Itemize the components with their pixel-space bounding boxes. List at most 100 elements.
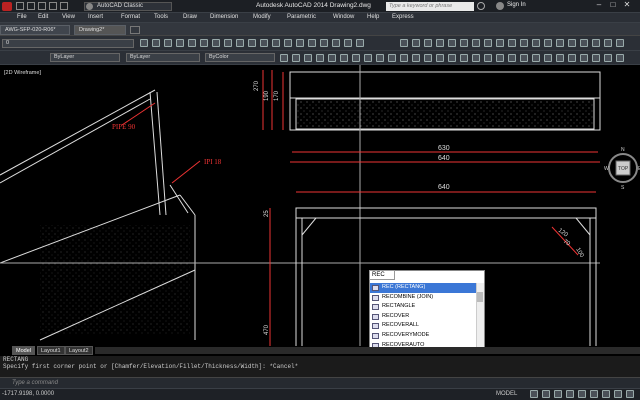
search-input[interactable]: Type a keyword or phrase xyxy=(386,2,474,11)
toolbar-tool-icon[interactable] xyxy=(602,390,610,398)
toolbar-tool-icon[interactable] xyxy=(356,39,364,47)
list-item[interactable]: RECOVERYMODE xyxy=(370,331,476,341)
toolbar-tool-icon[interactable] xyxy=(340,54,348,62)
toolbar-tool-icon[interactable] xyxy=(352,54,360,62)
toolbar-tool-icon[interactable] xyxy=(424,54,432,62)
toolbar-tool-icon[interactable] xyxy=(544,39,552,47)
viewport-label[interactable]: [2D Wireframe] xyxy=(4,70,41,76)
list-item[interactable]: RECOVERALL xyxy=(370,321,476,331)
list-item[interactable]: RECOMBINE (JOIN) xyxy=(370,293,476,303)
open-icon[interactable] xyxy=(27,2,35,10)
toolbar-tool-icon[interactable] xyxy=(472,54,480,62)
toolbar-tool-icon[interactable] xyxy=(592,39,600,47)
menu-express[interactable]: Express xyxy=(392,14,414,20)
toolbar-tool-icon[interactable] xyxy=(616,39,624,47)
toolbar-tool-icon[interactable] xyxy=(236,39,244,47)
viewcube[interactable]: TOP N S E W xyxy=(601,138,640,198)
toolbar-tool-icon[interactable] xyxy=(578,390,586,398)
toolbar-tool-icon[interactable] xyxy=(530,390,538,398)
toolbar-tool-icon[interactable] xyxy=(580,39,588,47)
toolbar-tool-icon[interactable] xyxy=(460,39,468,47)
toolbar-tool-icon[interactable] xyxy=(212,39,220,47)
toolbar-tool-icon[interactable] xyxy=(496,54,504,62)
file-tab[interactable]: Drawing2* xyxy=(74,25,126,35)
toolbar-tool-icon[interactable] xyxy=(544,54,552,62)
toolbar-tool-icon[interactable] xyxy=(532,39,540,47)
toolbar-tool-icon[interactable] xyxy=(604,39,612,47)
toolbar-tool-icon[interactable] xyxy=(176,39,184,47)
toolbar-tool-icon[interactable] xyxy=(304,54,312,62)
toolbar-tool-icon[interactable] xyxy=(188,39,196,47)
undo-icon[interactable] xyxy=(49,2,57,10)
toolbar-tool-icon[interactable] xyxy=(376,54,384,62)
toolbar-tool-icon[interactable] xyxy=(164,39,172,47)
new-tab-icon[interactable] xyxy=(130,26,140,34)
model-space-toggle[interactable]: MODEL xyxy=(496,391,517,397)
toolbar-tool-icon[interactable] xyxy=(542,390,550,398)
toolbar-tool-icon[interactable] xyxy=(412,39,420,47)
maximize-button[interactable]: □ xyxy=(606,0,620,11)
list-item[interactable]: REC (RECTANG) xyxy=(370,283,476,293)
toolbar-tool-icon[interactable] xyxy=(152,39,160,47)
menu-edit[interactable]: Edit xyxy=(38,14,48,20)
toolbar-tool-icon[interactable] xyxy=(590,390,598,398)
toolbar-tool-icon[interactable] xyxy=(436,54,444,62)
menu-help[interactable]: Help xyxy=(367,14,379,20)
toolbar-tool-icon[interactable] xyxy=(200,39,208,47)
toolbar-tool-icon[interactable] xyxy=(424,39,432,47)
save-icon[interactable] xyxy=(38,2,46,10)
toolbar-tool-icon[interactable] xyxy=(508,54,516,62)
list-item[interactable]: RECTANGLE xyxy=(370,302,476,312)
menu-file[interactable]: File xyxy=(17,14,27,20)
redo-icon[interactable] xyxy=(60,2,68,10)
app-menu-icon[interactable] xyxy=(2,2,12,11)
menu-window[interactable]: Window xyxy=(333,14,354,20)
tab-model[interactable]: Model xyxy=(12,346,35,355)
toolbar-tool-icon[interactable] xyxy=(520,54,528,62)
file-tab[interactable]: AWG-SFP-020-R06* xyxy=(0,25,70,35)
tab-layout2[interactable]: Layout2 xyxy=(65,346,93,355)
toolbar-tool-icon[interactable] xyxy=(364,54,372,62)
menu-format[interactable]: Format xyxy=(121,14,140,20)
toolbar-tool-icon[interactable] xyxy=(308,39,316,47)
menu-tools[interactable]: Tools xyxy=(154,14,168,20)
toolbar-tool-icon[interactable] xyxy=(140,39,148,47)
toolbar-tool-icon[interactable] xyxy=(566,390,574,398)
close-button[interactable]: ✕ xyxy=(620,0,634,11)
dynamic-input[interactable]: REC xyxy=(369,270,395,280)
toolbar-tool-icon[interactable] xyxy=(332,39,340,47)
list-item[interactable]: RECOVER xyxy=(370,312,476,322)
popup-scroll-thumb[interactable] xyxy=(477,292,483,302)
toolbar-tool-icon[interactable] xyxy=(508,39,516,47)
toolbar-tool-icon[interactable] xyxy=(436,39,444,47)
horizontal-scrollbar[interactable] xyxy=(95,347,640,354)
toolbar-tool-icon[interactable] xyxy=(484,39,492,47)
menu-parametric[interactable]: Parametric xyxy=(287,14,316,20)
toolbar-tool-icon[interactable] xyxy=(532,54,540,62)
toolbar-tool-icon[interactable] xyxy=(568,54,576,62)
menu-modify[interactable]: Modify xyxy=(253,14,271,20)
layer-dropdown[interactable]: 0 xyxy=(2,39,134,48)
toolbar-tool-icon[interactable] xyxy=(248,39,256,47)
sign-in-link[interactable]: Sign In xyxy=(507,2,526,8)
toolbar-tool-icon[interactable] xyxy=(556,54,564,62)
toolbar-tool-icon[interactable] xyxy=(604,54,612,62)
toolbar-tool-icon[interactable] xyxy=(320,39,328,47)
toolbar-tool-icon[interactable] xyxy=(292,54,300,62)
linetype-dropdown[interactable]: ByLayer xyxy=(50,53,120,62)
menu-view[interactable]: View xyxy=(62,14,75,20)
toolbar-tool-icon[interactable] xyxy=(344,39,352,47)
toolbar-tool-icon[interactable] xyxy=(556,39,564,47)
toolbar-tool-icon[interactable] xyxy=(272,39,280,47)
toolbar-tool-icon[interactable] xyxy=(496,39,504,47)
tab-layout1[interactable]: Layout1 xyxy=(37,346,65,355)
search-icon[interactable] xyxy=(477,2,485,10)
toolbar-tool-icon[interactable] xyxy=(412,54,420,62)
menu-draw[interactable]: Draw xyxy=(183,14,197,20)
toolbar-tool-icon[interactable] xyxy=(592,54,600,62)
toolbar-tool-icon[interactable] xyxy=(626,390,634,398)
lineweight-dropdown[interactable]: ByLayer xyxy=(126,53,200,62)
new-icon[interactable] xyxy=(16,2,24,10)
coordinate-readout[interactable]: -1717.9198, 0.0000 xyxy=(2,391,54,397)
command-input[interactable]: Type a command xyxy=(0,377,640,388)
